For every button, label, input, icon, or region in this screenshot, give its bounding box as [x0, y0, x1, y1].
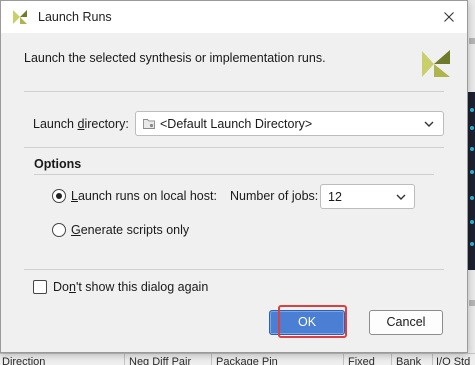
number-of-jobs-dropdown[interactable]: 12: [320, 184, 415, 209]
background-table-header: Direction Neg Diff Pair Package Pin Fixe…: [0, 353, 475, 365]
background-column-header: Neg Diff Pair: [129, 356, 192, 365]
chevron-down-icon: [396, 194, 406, 200]
close-button[interactable]: [431, 1, 467, 33]
background-column-separator: [391, 354, 392, 365]
vivado-logo-icon: [419, 47, 453, 81]
close-icon: [444, 12, 454, 22]
launch-directory-value: <Default Launch Directory>: [160, 117, 313, 131]
background-column-separator: [124, 354, 125, 365]
launch-runs-dialog: Launch Runs Launch the selected synthesi…: [0, 0, 468, 353]
background-column-header: Package Pin: [216, 356, 278, 365]
background-device-dot: [470, 108, 474, 112]
separator-line: [34, 174, 434, 175]
radio-selected-dot: [56, 193, 62, 199]
vivado-logo-icon: [11, 8, 29, 26]
dialog-content: Launch the selected synthesis or impleme…: [1, 33, 467, 352]
dont-show-again-label[interactable]: Don't show this dialog again: [53, 280, 208, 294]
separator-line: [24, 147, 444, 148]
local-host-radio-label[interactable]: Launch runs on local host:: [71, 189, 217, 203]
separator-line: [24, 269, 444, 270]
number-of-jobs-value: 12: [328, 190, 342, 204]
cancel-button[interactable]: Cancel: [369, 310, 443, 335]
local-host-radio[interactable]: [52, 189, 66, 203]
background-device-dot: [470, 242, 474, 246]
number-of-jobs-label: Number of jobs:: [230, 189, 319, 203]
background-column-header: I/O Std: [436, 356, 471, 365]
folder-icon: [143, 119, 155, 129]
options-section-title: Options: [34, 157, 82, 171]
launch-directory-label: Launch directory:: [33, 117, 129, 131]
dialog-titlebar[interactable]: Launch Runs: [1, 1, 467, 33]
dialog-description: Launch the selected synthesis or impleme…: [24, 51, 326, 65]
background-column-header: Bank: [396, 356, 422, 365]
background-marker: [469, 38, 475, 44]
background-device-dot: [470, 126, 474, 130]
background-device-view: [468, 92, 475, 270]
dont-show-again-checkbox[interactable]: [33, 280, 47, 294]
background-column-header: Direction: [2, 356, 46, 365]
background-column-header: Fixed: [348, 356, 375, 365]
launch-directory-dropdown[interactable]: <Default Launch Directory>: [135, 111, 444, 136]
background-device-dot: [470, 170, 474, 174]
background-right-panel: [467, 0, 475, 365]
background-device-dot: [470, 196, 474, 200]
background-column-separator: [432, 354, 433, 365]
separator-line: [24, 91, 444, 92]
chevron-down-icon: [424, 121, 434, 127]
generate-scripts-radio[interactable]: [52, 223, 66, 237]
dialog-title: Launch Runs: [38, 10, 112, 24]
background-column-separator: [211, 354, 212, 365]
background-column-separator: [343, 354, 344, 365]
ok-button-highlight-box: [278, 305, 347, 338]
background-marker: [469, 300, 475, 306]
background-device-dot: [470, 147, 474, 151]
background-device-dot: [470, 220, 474, 224]
generate-scripts-radio-label[interactable]: Generate scripts only: [71, 223, 189, 237]
